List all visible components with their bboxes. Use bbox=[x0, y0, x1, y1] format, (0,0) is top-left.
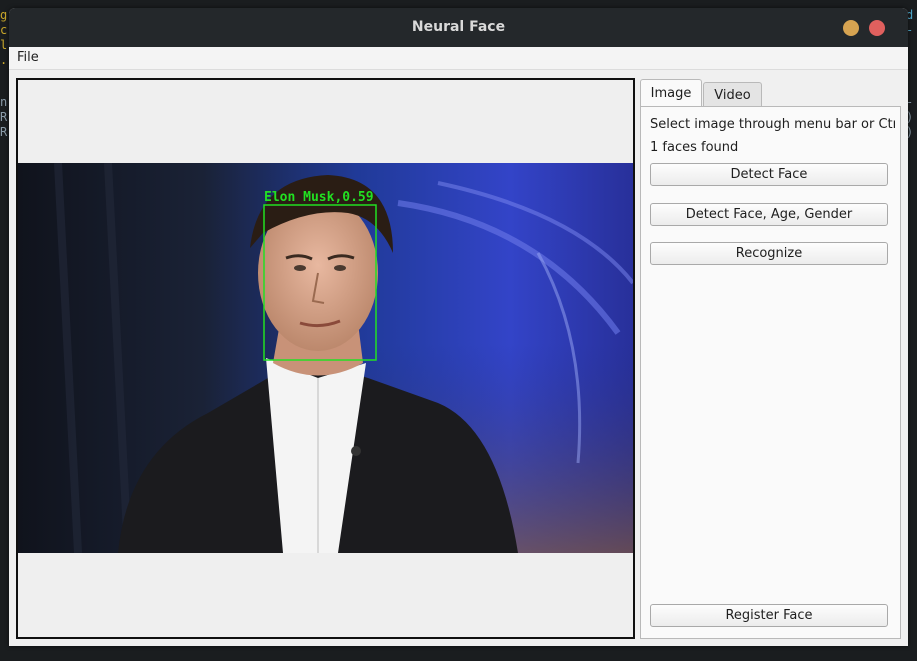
face-image: Elon Musk,0.59 bbox=[18, 163, 633, 553]
image-tab-panel: Select image through menu bar or Ctrl- 1… bbox=[640, 106, 901, 639]
face-detection-label: Elon Musk,0.59 bbox=[264, 190, 374, 205]
title-bar[interactable]: Neural Face bbox=[9, 8, 908, 47]
bg-fragment: nRR bbox=[0, 95, 8, 139]
faces-found-status: 1 faces found bbox=[650, 140, 739, 155]
image-display-panel: Elon Musk,0.59 bbox=[16, 78, 635, 639]
instruction-text: Select image through menu bar or Ctrl- bbox=[650, 117, 895, 132]
tab-video[interactable]: Video bbox=[703, 82, 762, 108]
register-face-button[interactable]: Register Face bbox=[650, 604, 888, 627]
app-window: Neural Face File Elon Musk,0.59 Image Vi… bbox=[9, 8, 908, 646]
detect-face-button[interactable]: Detect Face bbox=[650, 163, 888, 186]
tab-image[interactable]: Image bbox=[640, 79, 702, 108]
close-button[interactable] bbox=[869, 20, 885, 36]
detect-face-age-gender-button[interactable]: Detect Face, Age, Gender bbox=[650, 203, 888, 226]
bg-fragment: gcl. bbox=[0, 8, 8, 67]
menu-bar: File bbox=[9, 47, 908, 70]
menu-file[interactable]: File bbox=[17, 50, 39, 65]
window-title: Neural Face bbox=[411, 19, 506, 35]
recognize-button[interactable]: Recognize bbox=[650, 242, 888, 265]
minimize-button[interactable] bbox=[843, 20, 859, 36]
